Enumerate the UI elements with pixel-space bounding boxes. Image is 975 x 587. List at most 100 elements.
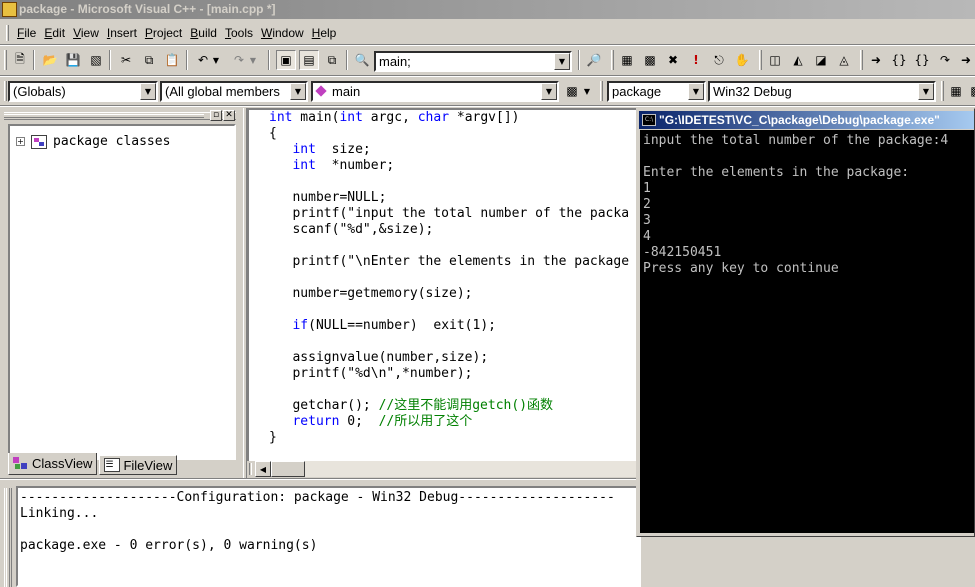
scroll-thumb[interactable] [271, 461, 305, 477]
save-all-icon[interactable]: ▧ [86, 50, 106, 70]
code-line[interactable] [269, 270, 629, 286]
menu-item-view[interactable]: View [69, 26, 103, 40]
scroll-track[interactable] [305, 461, 640, 477]
stop-build-icon[interactable]: ✖ [663, 50, 683, 70]
build-icon[interactable]: ▩ [640, 50, 660, 70]
console-title-bar[interactable]: C:\ "G:\IDETEST\VC_C\package\Debug\packa… [639, 111, 974, 129]
menu-item-help[interactable]: Help [308, 26, 341, 40]
toolbar-grip[interactable] [611, 50, 614, 70]
title-bar[interactable]: package - Microsoft Visual C++ - [main.c… [0, 0, 975, 19]
toolbar-button[interactable]: ↷ [935, 50, 955, 70]
step-over-icon[interactable]: {} [889, 50, 909, 70]
code-line[interactable]: scanf("%d",&size); [269, 222, 629, 238]
code-line[interactable] [269, 238, 629, 254]
chevron-down-icon[interactable]: ▼ [140, 83, 156, 100]
code-line[interactable]: int *number; [269, 158, 629, 174]
toolbar-button[interactable]: ◬ [834, 50, 854, 70]
find-in-files-icon[interactable]: 🔍 [352, 50, 372, 70]
menu-item-file[interactable]: File [13, 26, 40, 40]
function-combo[interactable]: main ▼ [311, 81, 559, 102]
code-line[interactable] [269, 382, 629, 398]
toolbar-grip[interactable] [941, 81, 944, 101]
paste-icon[interactable]: 📋 [162, 50, 182, 70]
undo-dropdown-icon[interactable]: ▼ [211, 50, 221, 70]
wizard-action-icon[interactable]: ▩ [562, 81, 582, 101]
scroll-left-icon[interactable]: ◀ [255, 461, 271, 477]
code-line[interactable]: printf("\nEnter the elements in the pack… [269, 254, 629, 270]
horizontal-scrollbar[interactable]: ◀ [247, 461, 640, 478]
build-icon[interactable]: ▩ [966, 81, 975, 101]
tab-fileview[interactable]: ☰ FileView [99, 455, 178, 475]
tree-item-package-classes[interactable]: + package classes [16, 134, 170, 149]
code-line[interactable]: return 0; //所以用了这个 [269, 414, 629, 430]
copy-icon[interactable]: ⧉ [139, 50, 159, 70]
code-line[interactable]: printf("%d\n",*number); [269, 366, 629, 382]
execute-icon[interactable]: ! [686, 50, 706, 70]
chevron-down-icon[interactable]: ▼ [290, 83, 306, 100]
class-tree[interactable]: + package classes [8, 124, 236, 460]
panel-grip[interactable] [6, 488, 10, 587]
close-icon[interactable]: ✕ [223, 110, 235, 121]
compile-icon[interactable]: ▦ [946, 81, 966, 101]
find-combo[interactable]: main; ▼ [374, 51, 572, 72]
chevron-down-icon[interactable]: ▼ [918, 83, 934, 100]
members-combo[interactable]: (All global members ▼ [160, 81, 308, 102]
code-line[interactable]: number=getmemory(size); [269, 286, 629, 302]
window-list-icon[interactable]: ⧉ [322, 50, 342, 70]
code-editor[interactable]: int main(int argc, char *argv[]){ int si… [247, 108, 640, 478]
code-line[interactable]: printf("input the total number of the pa… [269, 206, 629, 222]
chevron-down-icon[interactable]: ▼ [554, 53, 570, 70]
breakpoint-icon[interactable]: ✋ [732, 50, 752, 70]
split-grip[interactable] [249, 463, 252, 475]
undo-icon[interactable]: ↶ [193, 50, 213, 70]
console-window[interactable]: C:\ "G:\IDETEST\VC_C\package\Debug\packa… [636, 108, 975, 537]
step-into-icon[interactable]: ➜ [866, 50, 886, 70]
maximize-panel-icon[interactable]: ▫ [210, 110, 222, 121]
code-line[interactable]: int size; [269, 142, 629, 158]
toolbar-grip[interactable] [600, 81, 603, 101]
open-folder-icon[interactable]: 📂 [40, 50, 60, 70]
workspace-icon[interactable]: ▣ [276, 50, 296, 70]
code-line[interactable] [269, 302, 629, 318]
chevron-down-icon[interactable]: ▼ [541, 83, 557, 100]
menubar-grip[interactable] [6, 25, 9, 41]
output-window-icon[interactable]: ▤ [299, 50, 319, 70]
tab-classview[interactable]: ClassView [8, 453, 98, 475]
redo-dropdown-icon[interactable]: ▼ [248, 50, 258, 70]
new-file-icon[interactable]: 🗎 [10, 50, 30, 70]
source-code[interactable]: int main(int argc, char *argv[]){ int si… [269, 110, 629, 446]
toolbar-grip[interactable] [4, 81, 7, 101]
build-output[interactable]: --------------------Configuration: packa… [16, 486, 641, 587]
code-line[interactable] [269, 334, 629, 350]
code-line[interactable]: assignvalue(number,size); [269, 350, 629, 366]
app-icon[interactable] [2, 2, 17, 17]
go-icon[interactable]: ⎋ [709, 50, 729, 70]
compile-icon[interactable]: ▦ [617, 50, 637, 70]
code-line[interactable]: } [269, 430, 629, 446]
project-combo[interactable]: package ▼ [607, 81, 706, 102]
toolbar-grip[interactable] [759, 50, 762, 70]
menu-item-project[interactable]: Project [141, 26, 186, 40]
toolbar-grip[interactable] [860, 50, 863, 70]
redo-icon[interactable]: ↷ [229, 50, 249, 70]
class-wizard-icon[interactable]: ◫ [765, 50, 785, 70]
toolbar-button[interactable]: ◪ [811, 50, 831, 70]
save-icon[interactable]: 💾 [63, 50, 83, 70]
chevron-down-icon[interactable]: ▼ [688, 83, 704, 100]
code-line[interactable]: getchar(); //这里不能调用getch()函数 [269, 398, 629, 414]
config-combo[interactable]: Win32 Debug ▼ [708, 81, 936, 102]
menu-item-edit[interactable]: Edit [40, 26, 69, 40]
wizard-dropdown-icon[interactable]: ▼ [582, 81, 592, 101]
menu-item-window[interactable]: Window [257, 26, 308, 40]
code-line[interactable]: int main(int argc, char *argv[]) [269, 110, 629, 126]
toolbar-button[interactable]: ➜ [956, 50, 975, 70]
console-output[interactable]: input the total number of the package:4 E… [640, 130, 974, 533]
cut-icon[interactable]: ✂ [116, 50, 136, 70]
expand-icon[interactable]: + [16, 137, 25, 146]
menu-item-insert[interactable]: Insert [103, 26, 141, 40]
find-icon[interactable]: 🔎 [584, 50, 604, 70]
console-icon[interactable]: C:\ [642, 114, 656, 126]
code-line[interactable]: if(NULL==number) exit(1); [269, 318, 629, 334]
scope-combo[interactable]: (Globals) ▼ [8, 81, 158, 102]
menu-item-tools[interactable]: Tools [221, 26, 257, 40]
